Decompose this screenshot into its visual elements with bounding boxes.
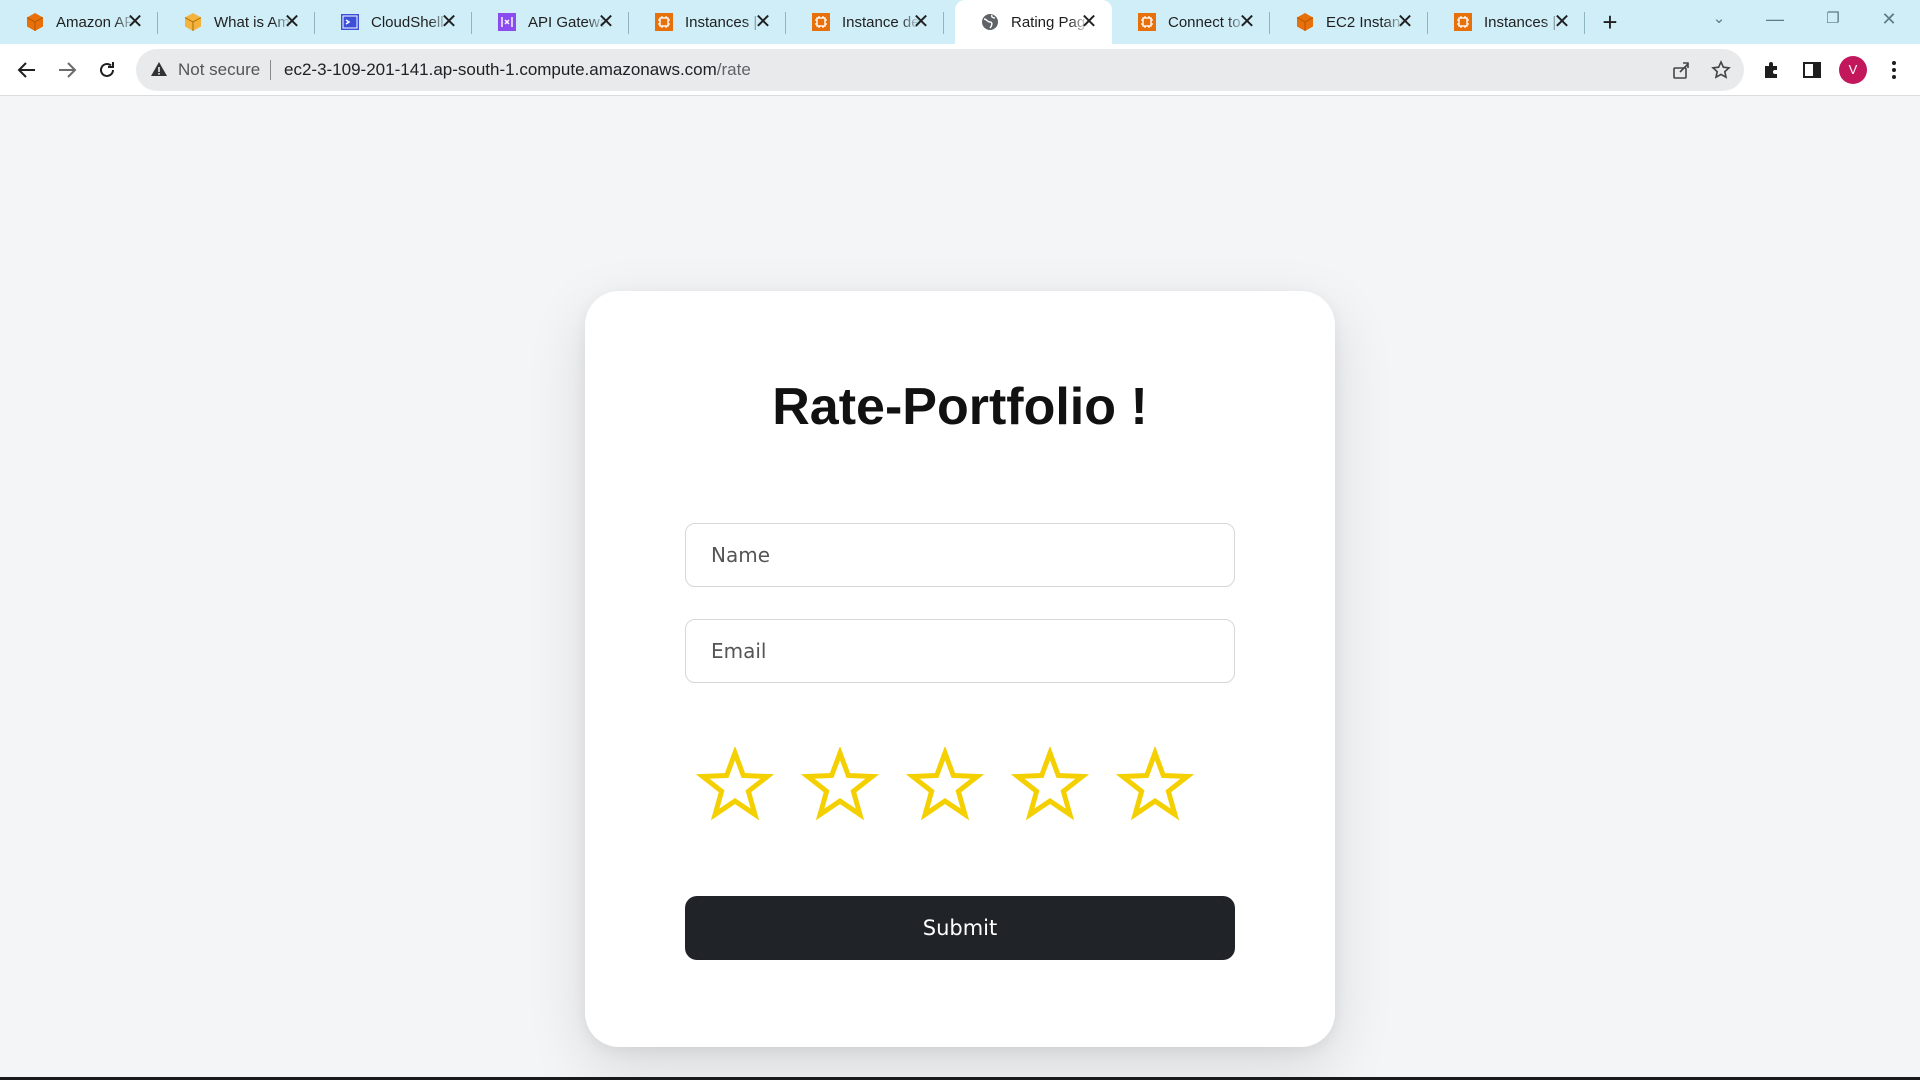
tab-close-icon[interactable]: ✕: [595, 11, 617, 33]
tab-search-chevron-icon[interactable]: ⌄: [1696, 0, 1742, 40]
aws-cube-icon: [1294, 11, 1316, 33]
address-bar[interactable]: Not secure ec2-3-109-201-141.ap-south-1.…: [136, 49, 1744, 91]
tab-close-icon[interactable]: ✕: [124, 11, 146, 33]
tab-divider: [943, 12, 944, 34]
star-5-icon[interactable]: [1115, 747, 1195, 827]
restore-button[interactable]: ❐: [1810, 0, 1856, 40]
forward-button[interactable]: [51, 54, 83, 86]
address-divider: [270, 60, 271, 80]
cloudshell-icon: [339, 11, 361, 33]
email-input[interactable]: [685, 619, 1235, 683]
tab-title: Connect to instance: [1168, 13, 1246, 31]
api-gateway-icon: [496, 11, 518, 33]
back-button[interactable]: [11, 54, 43, 86]
browser-tab[interactable]: API Gateway✕: [472, 0, 629, 44]
star-4-icon[interactable]: [1010, 747, 1090, 827]
tab-close-icon[interactable]: ✕: [1078, 11, 1100, 33]
tab-close-icon[interactable]: ✕: [1394, 11, 1416, 33]
browser-tab[interactable]: Instances | EC2✕: [1428, 0, 1585, 44]
tab-title: Instance details: [842, 13, 920, 31]
browser-tab[interactable]: CloudShell ✕: [315, 0, 472, 44]
star-2-icon[interactable]: [800, 747, 880, 827]
ec2-icon: [1136, 11, 1158, 33]
tab-close-icon[interactable]: ✕: [1236, 11, 1258, 33]
browser-toolbar: Not secure ec2-3-109-201-141.ap-south-1.…: [0, 44, 1920, 96]
browser-tab[interactable]: Connect to instance✕: [1112, 0, 1270, 44]
tab-active[interactable]: Rating Page ✕: [955, 0, 1112, 44]
ec2-icon: [1452, 11, 1474, 33]
star-rating: [695, 747, 1225, 827]
side-panel-icon[interactable]: [1800, 58, 1824, 82]
bookmark-star-icon[interactable]: [1710, 59, 1732, 81]
url-host: ec2-3-109-201-141.ap-south-1.compute.ama…: [284, 60, 717, 79]
page-title: Rate-Portfolio !: [772, 378, 1148, 436]
url-path: /rate: [716, 60, 751, 79]
close-window-button[interactable]: ✕: [1866, 0, 1912, 40]
star-1-icon[interactable]: [695, 747, 775, 827]
globe-icon: [979, 11, 1001, 33]
profile-avatar[interactable]: V: [1839, 56, 1867, 84]
browser-tab[interactable]: Instances | EC2✕: [629, 0, 786, 44]
rating-card: Rate-Portfolio ! Submit: [585, 291, 1335, 1047]
tab-close-icon[interactable]: ✕: [1551, 11, 1573, 33]
tab-close-icon[interactable]: ✕: [438, 11, 460, 33]
warning-triangle-icon[interactable]: [150, 60, 168, 78]
extensions-puzzle-icon[interactable]: [1760, 58, 1784, 82]
page-viewport: Rate-Portfolio ! Submit: [0, 97, 1920, 1077]
reload-icon: [100, 62, 114, 77]
security-status-label[interactable]: Not secure: [178, 60, 260, 80]
submit-button[interactable]: Submit: [685, 896, 1235, 960]
tab-close-icon[interactable]: ✕: [281, 11, 303, 33]
share-icon[interactable]: [1670, 59, 1692, 81]
tab-title: EC2 Instance Connect: [1326, 13, 1404, 31]
reload-button[interactable]: [91, 54, 123, 86]
minimize-button[interactable]: —: [1752, 0, 1798, 40]
browser-tab[interactable]: Amazon API Gateway✕: [0, 0, 158, 44]
browser-tab[interactable]: What is Amazon EC2✕: [158, 0, 315, 44]
back-arrow-icon: [17, 62, 35, 78]
tab-close-icon[interactable]: ✕: [752, 11, 774, 33]
tab-close-icon[interactable]: ✕: [910, 11, 932, 33]
ec2-icon: [653, 11, 675, 33]
tab-title: Amazon API Gateway: [56, 13, 134, 31]
name-input[interactable]: [685, 523, 1235, 587]
tab-divider: [1584, 12, 1585, 34]
aws-cube-icon: [24, 11, 46, 33]
tab-strip: Amazon API Gateway✕What is Amazon EC2✕Cl…: [0, 0, 1920, 44]
browser-tab[interactable]: EC2 Instance Connect✕: [1270, 0, 1428, 44]
url-text[interactable]: ec2-3-109-201-141.ap-south-1.compute.ama…: [284, 60, 751, 80]
star-3-icon[interactable]: [905, 747, 985, 827]
browser-tab[interactable]: Instance details✕: [786, 0, 944, 44]
forward-arrow-icon: [59, 62, 77, 78]
aws-docs-icon: [182, 11, 204, 33]
browser-menu-icon[interactable]: [1882, 56, 1906, 84]
new-tab-button[interactable]: +: [1596, 8, 1624, 36]
ec2-icon: [810, 11, 832, 33]
